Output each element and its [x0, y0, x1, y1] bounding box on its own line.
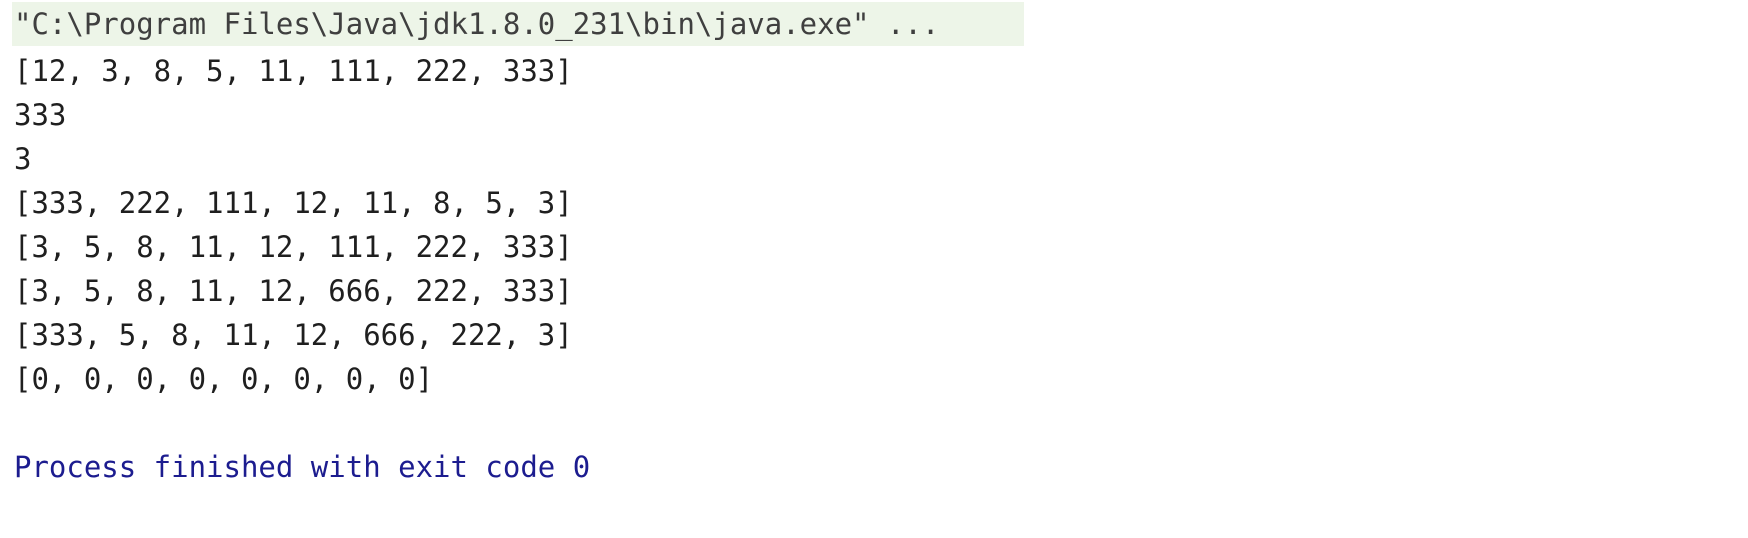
console-output-line: [3, 5, 8, 11, 12, 111, 222, 333]: [14, 230, 573, 264]
console-output-line: [12, 3, 8, 5, 11, 111, 222, 333]: [14, 54, 573, 88]
console-output-line: [333, 222, 111, 12, 11, 8, 5, 3]: [14, 186, 573, 220]
console-output-line: [333, 5, 8, 11, 12, 666, 222, 3]: [14, 318, 573, 352]
console-output-line: 333: [14, 98, 67, 132]
console-output-line: [0, 0, 0, 0, 0, 0, 0, 0]: [14, 362, 434, 396]
process-exit-message: Process finished with exit code 0: [14, 450, 591, 484]
java-command-line: "C:\Program Files\Java\jdk1.8.0_231\bin\…: [12, 2, 1024, 46]
run-console-output[interactable]: "C:\Program Files\Java\jdk1.8.0_231\bin\…: [0, 0, 1748, 538]
console-output-line: [3, 5, 8, 11, 12, 666, 222, 333]: [14, 274, 573, 308]
console-output-line: 3: [14, 142, 32, 176]
